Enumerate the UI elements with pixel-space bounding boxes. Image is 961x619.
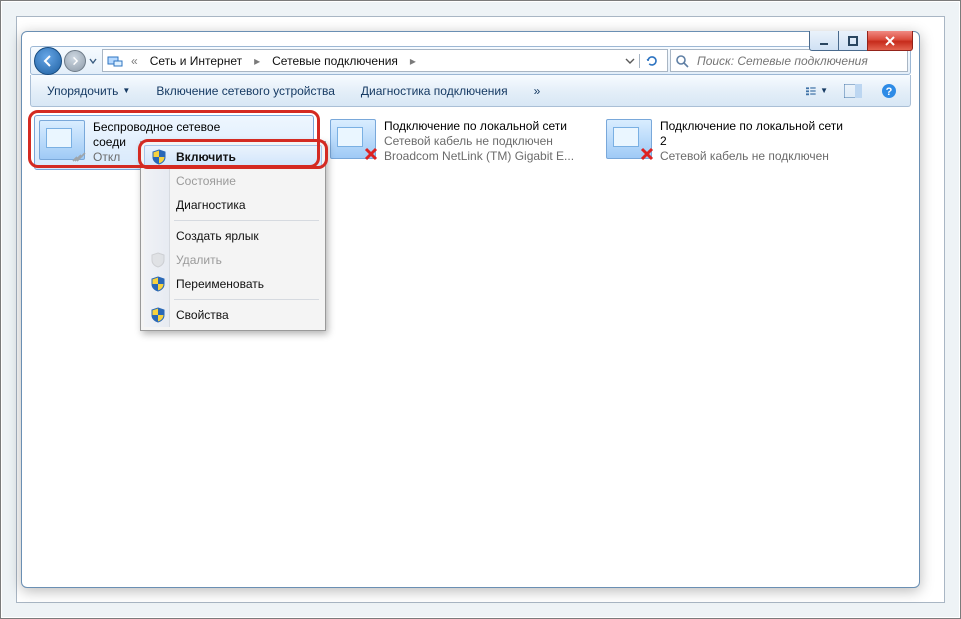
connection-title: Подключение по локальной сети [384, 119, 574, 134]
arrow-left-icon [41, 54, 55, 68]
connection-status: Сетевой кабель не подключен [660, 149, 843, 164]
chevron-down-icon: ▼ [820, 86, 828, 95]
breadcrumb-seg-connections[interactable]: Сетевые подключения [268, 52, 402, 70]
organize-label: Упорядочить [47, 84, 118, 98]
chevron-down-icon [89, 57, 97, 65]
ctx-rename-label: Переименовать [176, 277, 264, 291]
error-overlay-icon [363, 146, 379, 162]
command-bar: Упорядочить ▼ Включение сетевого устройс… [30, 75, 911, 107]
breadcrumb-bar[interactable]: « Сеть и Интернет ▸ Сетевые подключения … [102, 49, 668, 72]
view-list-icon [806, 83, 818, 99]
connection-device: Broadcom NetLink (TM) Gigabit E... [384, 149, 574, 164]
ctx-shortcut-label: Создать ярлык [176, 229, 259, 243]
minimize-button[interactable] [809, 31, 839, 51]
close-icon [884, 35, 896, 47]
maximize-icon [847, 35, 859, 47]
overflow-label: » [534, 84, 541, 98]
overflow-button[interactable]: » [528, 81, 547, 101]
arrow-right-icon [70, 56, 80, 66]
context-menu-separator [174, 299, 319, 300]
ctx-status: Состояние [144, 169, 322, 193]
address-bar: « Сеть и Интернет ▸ Сетевые подключения … [30, 46, 911, 75]
search-box[interactable] [670, 49, 908, 72]
context-menu-separator [174, 220, 319, 221]
connection-title: Беспроводное сетевое [93, 120, 220, 135]
breadcrumb-chevron-icon: ▸ [250, 54, 264, 68]
view-options-button[interactable]: ▼ [806, 82, 828, 100]
help-icon: ? [881, 83, 897, 99]
breadcrumb-chevron-icon: ▸ [406, 54, 420, 68]
explorer-window: « Сеть и Интернет ▸ Сетевые подключения … [21, 31, 920, 588]
maximize-button[interactable] [838, 31, 868, 51]
ctx-properties[interactable]: Свойства [144, 303, 322, 327]
preview-pane-icon [844, 84, 862, 98]
diagnose-connection-button[interactable]: Диагностика подключения [355, 81, 514, 101]
ctx-enable[interactable]: Включить [144, 145, 322, 169]
search-input[interactable] [695, 53, 903, 69]
diagnose-label: Диагностика подключения [361, 84, 508, 98]
ctx-create-shortcut[interactable]: Создать ярлык [144, 224, 322, 248]
chevron-down-icon: ▼ [122, 86, 130, 95]
ctx-rename[interactable]: Переименовать [144, 272, 322, 296]
connection-item-lan1[interactable]: Подключение по локальной сети Сетевой ка… [326, 115, 606, 168]
search-icon [675, 54, 689, 68]
close-button[interactable] [867, 31, 913, 51]
ctx-diagnostics[interactable]: Диагностика [144, 193, 322, 217]
breadcrumb-root[interactable]: « [127, 54, 142, 68]
help-button[interactable]: ? [878, 82, 900, 100]
ctx-enable-label: Включить [176, 150, 236, 164]
connection-title-2: 2 [660, 134, 843, 149]
nav-history-dropdown[interactable] [86, 47, 100, 74]
connection-text: Подключение по локальной сети Сетевой ка… [384, 119, 574, 164]
refresh-button[interactable] [639, 54, 663, 68]
ctx-delete: Удалить [144, 248, 322, 272]
uac-shield-icon [150, 276, 166, 292]
ctx-delete-label: Удалить [176, 253, 222, 267]
chevron-down-icon[interactable] [625, 56, 635, 66]
nav-forward-button[interactable] [64, 50, 86, 72]
breadcrumb-seg-network[interactable]: Сеть и Интернет [146, 52, 246, 70]
connection-status: Сетевой кабель не подключен [384, 134, 574, 149]
nav-back-button[interactable] [34, 47, 62, 75]
enable-device-label: Включение сетевого устройства [156, 84, 335, 98]
svg-text:?: ? [886, 86, 893, 98]
ctx-status-label: Состояние [176, 174, 236, 188]
uac-shield-icon [150, 307, 166, 323]
connection-item-lan2[interactable]: Подключение по локальной сети 2 Сетевой … [602, 115, 882, 168]
ctx-props-label: Свойства [176, 308, 229, 322]
refresh-icon [645, 54, 659, 68]
minimize-icon [818, 35, 830, 47]
screenshot-frame: « Сеть и Интернет ▸ Сетевые подключения … [0, 0, 961, 619]
window-caption-buttons [810, 31, 913, 51]
connection-text: Подключение по локальной сети 2 Сетевой … [660, 119, 843, 164]
disabled-overlay-icon [72, 147, 88, 163]
uac-shield-icon [151, 149, 167, 165]
organize-button[interactable]: Упорядочить ▼ [41, 81, 136, 101]
error-overlay-icon [639, 146, 655, 162]
ctx-diag-label: Диагностика [176, 198, 246, 212]
context-menu: Включить Состояние Диагностика Создать я… [140, 141, 326, 331]
connection-title: Подключение по локальной сети [660, 119, 843, 134]
network-adapter-icon [39, 120, 85, 160]
network-adapter-icon [606, 119, 652, 159]
preview-pane-button[interactable] [842, 82, 864, 100]
connections-list: Беспроводное сетевое соеди Откл Подключе… [30, 111, 911, 579]
uac-shield-icon [150, 252, 166, 268]
network-adapter-icon [330, 119, 376, 159]
enable-device-button[interactable]: Включение сетевого устройства [150, 81, 341, 101]
network-icon [107, 53, 123, 69]
